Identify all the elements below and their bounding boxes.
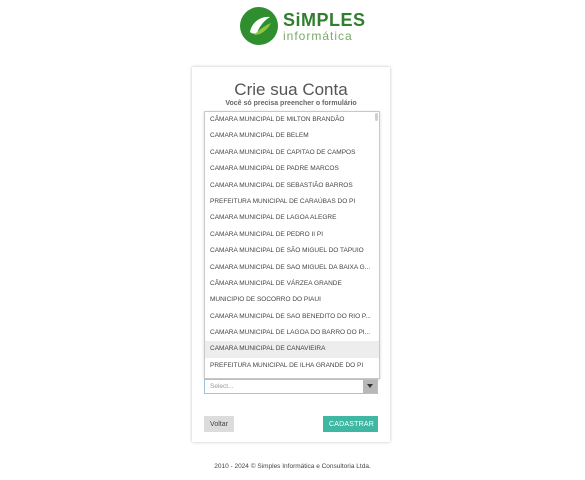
- dropdown-arrow-icon[interactable]: [363, 380, 377, 393]
- dropdown-option[interactable]: CAMARA MUNICIPAL DE PADRE MARCOS: [205, 161, 379, 177]
- dropdown-option[interactable]: PREFEITURA MUNICIPAL DE CARAÚBAS DO PI: [205, 194, 379, 210]
- dropdown-option[interactable]: CÂMARA MUNICIPAL DE VÁRZEA GRANDE: [205, 276, 379, 292]
- dropdown-option[interactable]: CAMARA MUNICIPAL DE BELEM: [205, 128, 379, 144]
- signup-page: SiMPLES informática Crie sua Conta Você …: [0, 0, 585, 480]
- simples-logo-text: SiMPLES informática: [283, 11, 366, 42]
- simples-logo: SiMPLES informática: [240, 7, 366, 45]
- footer-copyright: 2010 - 2024 © Simples Informática e Cons…: [214, 463, 371, 470]
- dropdown-scrollbar[interactable]: [375, 113, 378, 121]
- page-title: Crie sua Conta: [234, 80, 348, 99]
- dropdown-option[interactable]: CAMARA MUNICIPAL DE SÃO MIGUEL DO TAPUIO: [205, 243, 379, 259]
- dropdown-option[interactable]: MUNICIPIO DE SOCORRO DO PIAUI: [205, 292, 379, 308]
- simples-logo-icon: [240, 7, 278, 45]
- organization-select[interactable]: Select...: [204, 379, 378, 394]
- dropdown-option[interactable]: CAMARA MUNICIPAL DE CAPITAO DE CAMPOS: [205, 145, 379, 161]
- dropdown-option[interactable]: CAMARA MUNICIPAL DE SAO BENEDITO DO RIO …: [205, 309, 379, 325]
- signup-card: Crie sua Conta Você só precisa preencher…: [192, 67, 390, 442]
- dropdown-option[interactable]: CAMARA MUNICIPAL DE CANAVIEIRA: [205, 341, 379, 358]
- dropdown-option[interactable]: CAMARA MUNICIPAL DE LAGOA DO BARRO DO PI…: [205, 325, 379, 341]
- organization-dropdown-list[interactable]: CÂMARA MUNICIPAL DE MILTON BRANDÃO CAMARA…: [204, 111, 380, 379]
- register-button[interactable]: CADASTRAR: [323, 416, 378, 432]
- back-button[interactable]: Voltar: [204, 416, 234, 432]
- dropdown-option[interactable]: CAMARA MUNICIPAL DE LAGOA ALEGRE: [205, 210, 379, 226]
- dropdown-option[interactable]: CAMARA MUNICIPAL DE SAO MIGUEL DA BAIXA …: [205, 260, 379, 276]
- dropdown-option[interactable]: PREFEITURA MUNICIPAL DE ILHA GRANDE DO P…: [205, 358, 379, 374]
- select-placeholder: Select...: [210, 383, 234, 390]
- dropdown-option[interactable]: CÂMARA MUNICIPAL DE MILTON BRANDÃO: [205, 112, 379, 128]
- logo-brand-name: SiMPLES: [283, 9, 366, 30]
- page-subtitle: Você só precisa preencher o formulário: [225, 100, 357, 107]
- dropdown-option[interactable]: CAMARA MUNICIPAL DE SEBASTIÃO BARROS: [205, 178, 379, 194]
- logo-brand-sub: informática: [283, 28, 353, 43]
- dropdown-option[interactable]: CAMARA MUNICIPAL DE PEDRO II PI: [205, 227, 379, 243]
